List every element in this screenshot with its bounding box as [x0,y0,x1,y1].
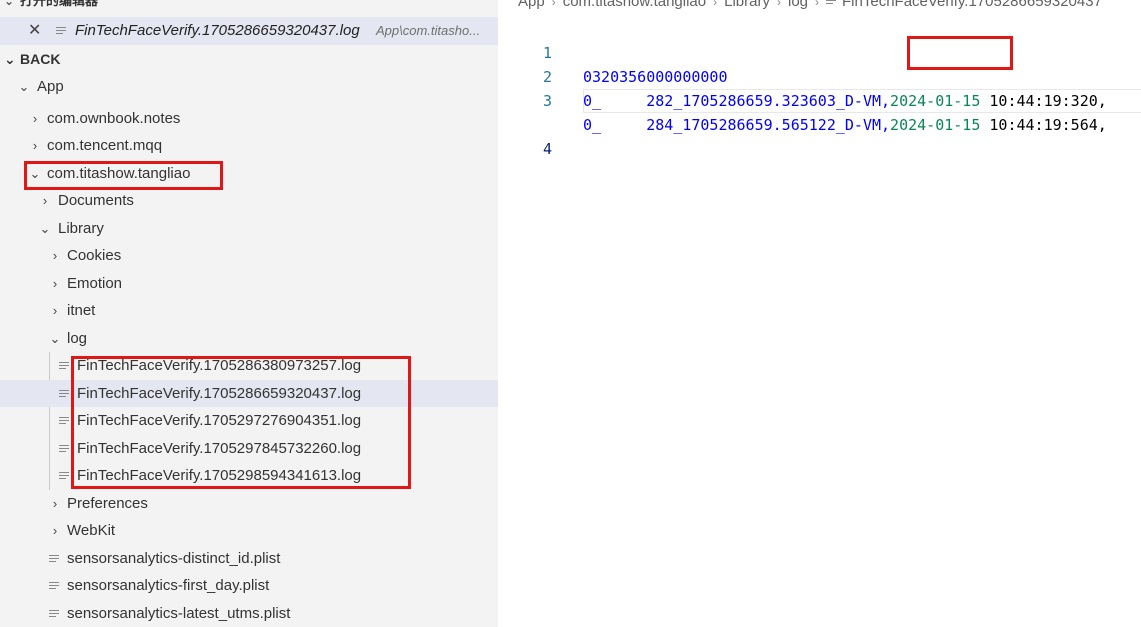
chevron-right-icon: › [776,0,781,9]
tree-item-label: sensorsanalytics-distinct_id.plist [67,550,281,567]
breadcrumb-item[interactable]: Library [724,0,770,10]
tree-item-com-tencent-mqq[interactable]: › com.tencent.mqq [0,132,498,159]
file-lines-icon [59,416,69,426]
tree-item-label: log [67,330,88,347]
tree-item-plist-file[interactable]: sensorsanalytics-distinct_id.plist [0,545,498,572]
tree-item-app[interactable]: ⌄ App [0,73,498,100]
chevron-down-icon: ⌄ [29,166,41,181]
explorer-sidebar: ⌄ 打开的编辑器 ✕ FinTechFaceVerify.17052866593… [0,0,498,627]
tree-item-cookies[interactable]: › Cookies [0,242,498,269]
chevron-right-icon: › [52,276,58,291]
current-line-highlight [583,89,1141,113]
code-line: 3 0_ 284_1705286659.565122_D-VM,2024-01-… [498,65,1141,134]
tree-item-emotion[interactable]: › Emotion [0,270,498,297]
file-lines-icon [59,389,69,399]
chevron-right-icon: › [52,303,58,318]
tree-item-plist-file[interactable]: sensorsanalytics-latest_utms.plist [0,600,498,627]
tree-item-label: FinTechFaceVerify.1705297276904351.log [77,412,362,429]
breadcrumb-item[interactable]: FinTechFaceVerify.1705286659320437 [842,0,1102,10]
editor-pane: App › com.titashow.tangliao › Library › log › Fi… [498,0,1141,627]
tree-item-label: com.ownbook.notes [47,110,181,127]
chevron-down-icon: ⌄ [18,79,30,94]
tree-item-log-file[interactable]: FinTechFaceVerify.1705297845732260.log [0,435,498,462]
file-lines-icon [826,0,837,6]
line-date: 2024-01-15 [890,116,981,134]
breadcrumb-item[interactable]: com.titashow.tangliao [563,0,706,10]
tree-item-label: sensorsanalytics-first_day.plist [67,577,270,594]
explorer-section-header[interactable]: ⌄ BACK [0,47,498,71]
tree-item-label: FinTechFaceVerify.1705286659320437.log [77,385,362,402]
tree-item-com-titashow-tangliao[interactable]: ⌄ com.titashow.tangliao [0,160,498,187]
chevron-right-icon: › [52,496,58,511]
chevron-right-icon: › [815,0,820,9]
open-editors-header[interactable]: ⌄ 打开的编辑器 [0,0,498,10]
breadcrumb-item[interactable]: log [788,0,808,10]
tree-item-documents[interactable]: › Documents [0,187,498,214]
tree-item-label: Library [58,220,104,237]
file-lines-icon [56,26,66,36]
tree-item-label: com.titashow.tangliao [47,165,191,182]
chevron-down-icon: ⌄ [4,51,16,67]
tree-item-log-file-selected[interactable]: FinTechFaceVerify.1705286659320437.log [0,380,498,407]
chevron-down-icon: ⌄ [49,331,61,346]
file-lines-icon [59,444,69,454]
chevron-right-icon: › [52,248,58,263]
chevron-right-icon: › [713,0,718,9]
tree-item-webkit[interactable]: › WebKit [0,517,498,544]
code-line: 1 0320356000000000 [498,17,1141,86]
tree-item-label: WebKit [67,522,116,539]
file-lines-icon [59,471,69,481]
tree-item-com-ownbook-notes[interactable]: › com.ownbook.notes [0,105,498,132]
tree-item-log-file[interactable]: FinTechFaceVerify.1705298594341613.log [0,462,498,489]
line-time: 10:44:19:564, [980,116,1107,134]
line-number: 4 [542,140,552,158]
tree-item-label: Emotion [67,275,123,292]
tree-item-log-file[interactable]: FinTechFaceVerify.1705297276904351.log [0,407,498,434]
chevron-right-icon: › [551,0,556,9]
chevron-right-icon: › [32,111,38,126]
tree-item-label: com.tencent.mqq [47,137,163,154]
chevron-right-icon: › [32,138,38,153]
line-content: 0_ 284_1705286659.565122_D-VM,2024-01-15… [583,113,1107,137]
tree-item-library[interactable]: ⌄ Library [0,215,498,242]
tree-item-label: FinTechFaceVerify.1705297845732260.log [77,440,362,457]
close-icon[interactable]: ✕ [28,17,41,45]
tree-item-log[interactable]: ⌄ log [0,325,498,352]
tree-item-plist-file[interactable]: sensorsanalytics-first_day.plist [0,572,498,599]
file-lines-icon [49,609,59,619]
tree-item-label: App [37,78,64,95]
chevron-right-icon: › [52,523,58,538]
tree-item-itnet[interactable]: › itnet [0,297,498,324]
line-prefix: 0_ 284_1705286659.565122_D-VM, [583,116,891,134]
file-lines-icon [49,554,59,564]
tree-item-label: itnet [67,302,96,319]
tree-item-log-file[interactable]: FinTechFaceVerify.1705286380973257.log [0,352,498,379]
code-area[interactable]: 1 0320356000000000 2 0_ 282_1705286659.3… [498,17,1141,158]
open-editor-path: App\com.titasho... [376,23,481,38]
tree-item-label: Cookies [67,247,122,264]
breadcrumb-item[interactable]: App [518,0,545,10]
tree-item-label: FinTechFaceVerify.1705298594341613.log [77,467,362,484]
file-lines-icon [59,361,69,371]
section-title: BACK [20,51,61,67]
tree-item-preferences[interactable]: › Preferences [0,490,498,517]
chevron-right-icon: › [42,193,48,208]
chevron-down-icon: ⌄ [39,221,51,236]
code-line: 2 0_ 282_1705286659.323603_D-VM,2024-01-… [498,41,1141,110]
tree-item-label: sensorsanalytics-latest_utms.plist [67,605,291,622]
code-line-current: 4 [498,89,1141,158]
breadcrumb: App › com.titashow.tangliao › Library › log › Fi… [518,0,1102,12]
tree-item-label: FinTechFaceVerify.1705286380973257.log [77,357,362,374]
tree-item-label: Documents [58,192,134,209]
file-lines-icon [49,581,59,591]
open-editor-item[interactable]: ✕ FinTechFaceVerify.1705286659320437.log… [0,17,498,45]
tree-item-label: Preferences [67,495,148,512]
open-editor-filename: FinTechFaceVerify.1705286659320437.log [75,22,360,39]
chevron-down-icon: ⌄ [4,0,15,8]
open-editors-title: 打开的编辑器 [20,0,99,8]
